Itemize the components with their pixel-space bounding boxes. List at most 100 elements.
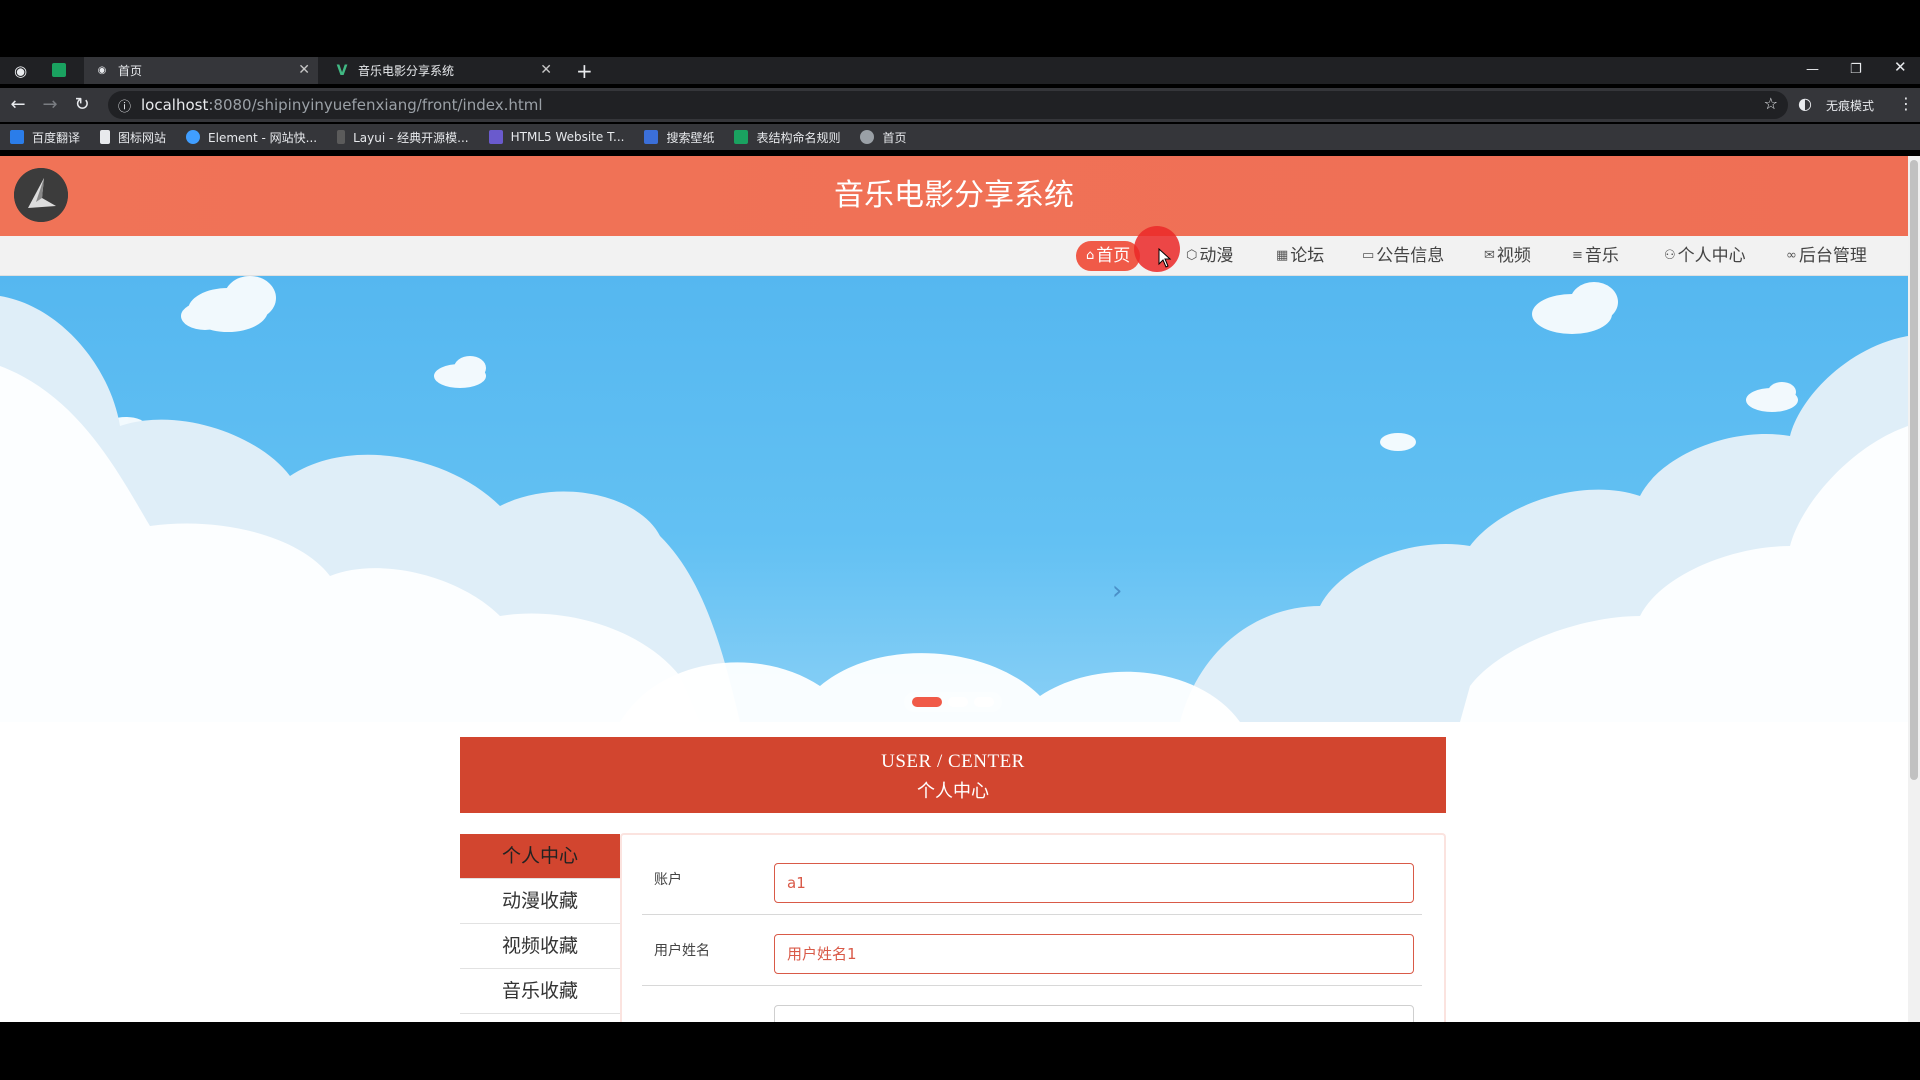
- url-path: :8080/shipinyinyuefenxiang/front/index.h…: [208, 96, 543, 114]
- minimize-icon[interactable]: —: [1806, 62, 1819, 77]
- bookmark-label: HTML5 Website T...: [510, 130, 625, 144]
- user-center-title-en: USER / CENTER: [881, 751, 1025, 772]
- vue-icon: V: [336, 62, 348, 79]
- bookmark-home[interactable]: 首页: [860, 129, 907, 146]
- reload-icon[interactable]: ↻: [70, 94, 94, 115]
- globe-icon: ◉: [97, 65, 107, 76]
- tab-home-label: 首页: [118, 64, 143, 78]
- sidebar-item-anime-favorites[interactable]: 动漫收藏: [460, 879, 620, 924]
- bookmark-layui[interactable]: Layui - 经典开源模...: [337, 129, 469, 146]
- translate-icon: [10, 130, 24, 144]
- restore-icon[interactable]: ❐: [1850, 62, 1862, 77]
- tab-strip: ◉ ◉ 首页 ✕ V 音乐电影分享系统 ✕ +: [0, 57, 1920, 84]
- carousel-indicators: [904, 692, 1002, 712]
- screen: ◉ ◉ 首页 ✕ V 音乐电影分享系统 ✕ + — ❐ ✕ ← → ↻ ⓘ lo…: [0, 0, 1920, 1080]
- account-input[interactable]: a1: [774, 863, 1414, 903]
- close-tab-icon[interactable]: ✕: [540, 62, 552, 78]
- bookmark-naming[interactable]: 表结构命名规则: [734, 129, 840, 146]
- home-icon: ⌂: [1086, 248, 1095, 263]
- link-icon: ∞: [1786, 248, 1797, 263]
- profile-form: 账户 a1 用户姓名 用户姓名1: [620, 833, 1446, 1022]
- user-center-title-zh: 个人中心: [917, 781, 989, 802]
- sidebar-item-music-favorites[interactable]: 音乐收藏: [460, 969, 620, 1014]
- back-icon[interactable]: ←: [6, 94, 30, 115]
- mouse-cursor-icon: [1158, 248, 1172, 268]
- nav-label: 视频: [1496, 246, 1531, 266]
- bookmark-wallpaper[interactable]: 搜索壁纸: [644, 129, 714, 146]
- site-header: 音乐电影分享系统: [0, 156, 1908, 236]
- flag-icon: [100, 130, 111, 144]
- carousel-next-icon[interactable]: ›: [1112, 576, 1122, 606]
- close-tab-icon[interactable]: ✕: [298, 62, 310, 78]
- form-row-next: [642, 997, 1422, 1022]
- nav-notice[interactable]: ▭ 公告信息: [1362, 241, 1444, 271]
- bookmark-baidu-translate[interactable]: 百度翻译: [10, 129, 80, 146]
- bookmark-label: 首页: [882, 130, 907, 145]
- info-icon[interactable]: ⓘ: [118, 96, 131, 115]
- box-icon: ⬡: [1186, 248, 1198, 263]
- url-field[interactable]: ⓘ localhost:8080/shipinyinyuefenxiang/fr…: [108, 91, 1788, 119]
- form-row-account: 账户 a1: [642, 855, 1422, 915]
- nav-anime[interactable]: ⬡ 动漫: [1186, 241, 1233, 271]
- globe-icon: [860, 130, 875, 144]
- book-icon: ▭: [1362, 248, 1375, 263]
- incognito-icon[interactable]: ◐: [1798, 94, 1812, 113]
- main-nav: ⌂ 首页 ⬡ 动漫 ▦ 论坛 ▭ 公告信息 ✉ 视频 ≡ 音乐 ⚇ 个人中心 ∞ 后台管理: [0, 236, 1908, 276]
- cloud-scene-image: [0, 276, 1908, 722]
- nav-label: 公告信息: [1376, 246, 1445, 266]
- scrollbar-thumb[interactable]: [1910, 160, 1918, 780]
- page-scrollbar[interactable]: [1908, 156, 1920, 1022]
- sheets-icon: [734, 130, 749, 144]
- layers-icon: ≡: [1572, 248, 1583, 263]
- page: 音乐电影分享系统 ⌂ 首页 ⬡ 动漫 ▦ 论坛 ▭ 公告信息 ✉ 视频 ≡ 音乐 ⚇ 个人中心…: [0, 156, 1908, 1022]
- carousel-dot[interactable]: [948, 697, 968, 707]
- url-host: localhost: [141, 96, 209, 114]
- grid-icon: ▦: [1276, 248, 1289, 263]
- username-label: 用户姓名: [654, 943, 710, 959]
- nav-video[interactable]: ✉ 视频: [1484, 241, 1531, 271]
- carousel-dot[interactable]: [974, 697, 994, 707]
- nav-label: 首页: [1096, 246, 1131, 266]
- sidebar-item-user-center[interactable]: 个人中心: [460, 834, 620, 879]
- bookmark-label: 搜索壁纸: [666, 130, 715, 145]
- address-bar: ← → ↻ ⓘ localhost:8080/shipinyinyuefenxi…: [0, 88, 1920, 122]
- bookmark-label: Element - 网站快...: [208, 130, 318, 145]
- bookmark-label: Layui - 经典开源模...: [353, 130, 469, 145]
- nav-label: 论坛: [1290, 246, 1325, 266]
- nav-forum[interactable]: ▦ 论坛: [1276, 241, 1324, 271]
- browser-icon: ◉: [14, 62, 28, 80]
- new-tab-icon[interactable]: +: [576, 59, 593, 83]
- next-field-input[interactable]: [774, 1005, 1414, 1022]
- sheets-icon[interactable]: [52, 63, 66, 77]
- forward-icon[interactable]: →: [38, 94, 62, 115]
- user-sidebar: 个人中心 动漫收藏 视频收藏 音乐收藏: [460, 834, 620, 1014]
- hero-carousel[interactable]: ›: [0, 276, 1908, 722]
- star-icon[interactable]: ☆: [1764, 94, 1778, 113]
- bookmark-element[interactable]: Element - 网站快...: [186, 129, 317, 146]
- nav-music[interactable]: ≡ 音乐: [1572, 241, 1619, 271]
- click-indicator: [1134, 226, 1180, 272]
- bookmark-label: 表结构命名规则: [756, 130, 841, 145]
- sidebar-item-video-favorites[interactable]: 视频收藏: [460, 924, 620, 969]
- site-title: 音乐电影分享系统: [834, 178, 1074, 213]
- html5-icon: [488, 130, 503, 144]
- mail-icon: ✉: [1484, 248, 1495, 263]
- menu-icon[interactable]: ⋮: [1898, 94, 1914, 113]
- carousel-dot[interactable]: [912, 697, 942, 707]
- nav-label: 个人中心: [1677, 246, 1746, 266]
- tab-system[interactable]: V 音乐电影分享系统 ✕: [326, 57, 560, 84]
- profile-label[interactable]: 无痕模式: [1826, 97, 1874, 114]
- username-input[interactable]: 用户姓名1: [774, 934, 1414, 974]
- account-label: 账户: [654, 872, 682, 888]
- bookmark-label: 图标网站: [118, 130, 167, 145]
- user-center-header: USER / CENTER 个人中心: [460, 737, 1446, 813]
- bookmark-icon-site[interactable]: 图标网站: [100, 129, 166, 146]
- wallpaper-icon: [644, 130, 659, 144]
- close-window-icon[interactable]: ✕: [1894, 58, 1907, 76]
- nav-admin[interactable]: ∞ 后台管理: [1786, 241, 1867, 271]
- nav-user-center[interactable]: ⚇ 个人中心: [1664, 241, 1746, 271]
- nav-home[interactable]: ⌂ 首页: [1076, 241, 1141, 271]
- bookmark-html5[interactable]: HTML5 Website T...: [488, 130, 625, 144]
- bookmarks-bar: 百度翻译 图标网站 Element - 网站快... Layui - 经典开源模…: [0, 124, 1920, 150]
- tab-home[interactable]: ◉ 首页 ✕: [84, 57, 318, 84]
